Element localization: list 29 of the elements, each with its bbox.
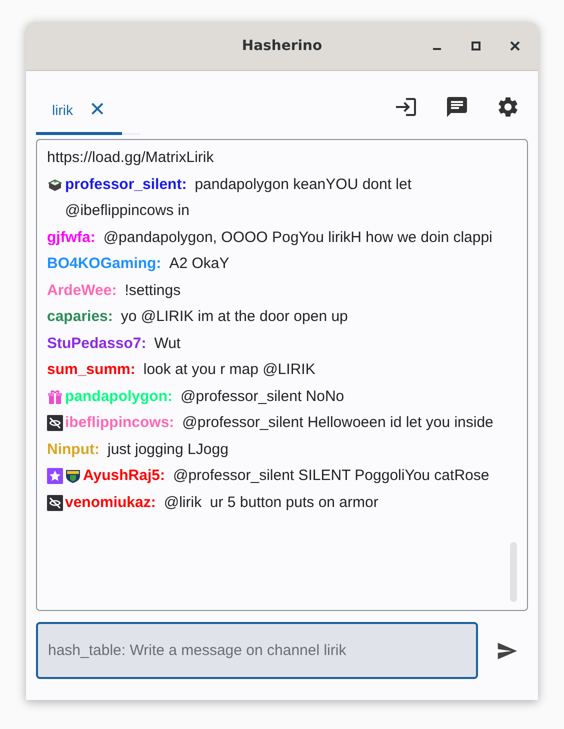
chat-message: BO4KOGaming: A2 OkaY: [47, 254, 230, 274]
crossed-out-badge-icon: [47, 415, 63, 431]
chat-message: professor_silent: pandapolygon keanYOU dont let @ibeflippincows in: [65, 174, 413, 221]
chat-message: sum_summ: look at you r map @LIRIK: [47, 360, 316, 380]
shield-badge-icon: [65, 468, 81, 484]
chat-message: gjfwfa: @pandapolygon, OOOO PogYou lirikH how we doin clappi: [47, 228, 492, 248]
window-title: Hasherino: [242, 38, 322, 54]
gift-icon: [47, 388, 63, 404]
chat-message: pandapolygon: @professor_silent NoNo: [65, 386, 344, 406]
crossed-out-badge-icon: [47, 494, 63, 510]
chat-message: AyushRaj5: @professor_silent SILENT PoggoliYou catRose: [83, 466, 490, 486]
maximize-icon[interactable]: [471, 41, 481, 51]
chat-message: StuPedasso7: Wut: [47, 334, 181, 354]
channel-tab[interactable]: lirik ✕: [36, 97, 122, 135]
login-icon[interactable]: [394, 95, 418, 119]
chat-message: venomiukaz: @lirik ur 5 button puts on armor: [65, 492, 378, 512]
chat-message: ArdeWee: !settings: [47, 280, 181, 300]
chat-message: ibeflippincows: @professor_silent Hellowoeen id let you inside: [65, 413, 494, 433]
settings-icon[interactable]: [496, 95, 520, 119]
chat-message: https://load.gg/MatrixLirik: [47, 148, 214, 168]
close-icon[interactable]: [510, 41, 520, 51]
chat-icon[interactable]: [445, 95, 469, 119]
scrollbar[interactable]: [510, 542, 517, 602]
cube-badge-icon: [47, 176, 63, 192]
star-badge-icon: [47, 468, 63, 484]
message-input-field[interactable]: hash_table: Write a message on channel lirik: [36, 622, 478, 679]
chat-message: Ninput: just jogging LJogg: [47, 440, 228, 460]
chat-message: caparies: yo @LIRIK im at the door open up: [47, 307, 348, 327]
close-tab-button[interactable]: ✕: [89, 97, 106, 122]
